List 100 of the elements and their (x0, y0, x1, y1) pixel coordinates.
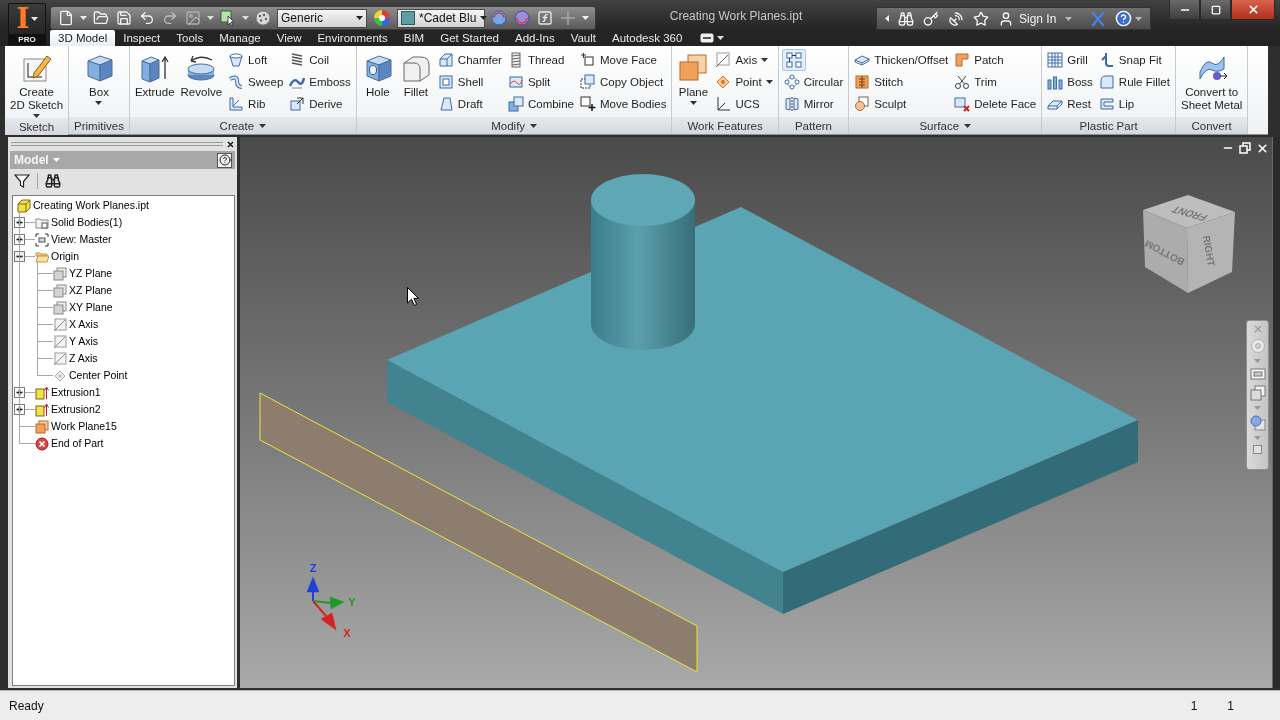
ribbon-button[interactable]: Move Face (577, 49, 669, 71)
select-button[interactable] (219, 8, 237, 28)
ribbon-tab[interactable]: Inspect (115, 30, 169, 46)
expand-icon[interactable] (14, 234, 25, 245)
ribbon-button[interactable]: Thread (505, 49, 576, 71)
ribbon-tab[interactable]: Get Started (432, 30, 507, 46)
ribbon-button[interactable]: Split (505, 71, 576, 93)
ribbon-button[interactable]: Delete Face (952, 93, 1039, 115)
tree-item[interactable]: Creating Work Planes.ipt (33, 198, 149, 213)
ribbon-button[interactable]: Extrude (132, 49, 177, 99)
caret-icon[interactable] (1065, 16, 1073, 21)
caret-icon[interactable] (582, 16, 589, 20)
ribbon-tab[interactable]: Add-Ins (507, 30, 563, 46)
material-dropdown[interactable]: Generic (277, 8, 367, 28)
restore-button[interactable] (1239, 142, 1251, 155)
collapse-icon[interactable] (14, 251, 25, 262)
tree-item[interactable]: Y Axis (69, 334, 98, 349)
filter-button[interactable] (14, 173, 30, 189)
color-wheel-button[interactable] (372, 8, 392, 28)
rectangle-icon[interactable] (1249, 368, 1266, 380)
caret-icon[interactable] (242, 16, 249, 20)
tree-item[interactable]: View: Master (51, 232, 112, 247)
ribbon-button[interactable]: Draft (435, 93, 504, 115)
ribbon-button[interactable]: Copy Object (577, 71, 669, 93)
ribbon-button[interactable]: Create 2D Sketch (8, 49, 66, 118)
ribbon-button[interactable]: Patch (952, 49, 1039, 71)
ribbon-tab[interactable]: Autodesk 360 (604, 30, 691, 46)
find-button[interactable] (45, 173, 61, 189)
maximize-button[interactable] (1200, 0, 1231, 20)
help-button[interactable] (217, 152, 232, 168)
ribbon-button[interactable]: Trim (952, 71, 1039, 93)
tree-item[interactable]: X Axis (69, 317, 99, 332)
ribbon-tab[interactable]: Manage (211, 30, 269, 46)
subscription-button[interactable] (923, 10, 939, 27)
ribbon-button[interactable]: Fillet (397, 49, 434, 99)
close-button[interactable] (227, 140, 234, 148)
close-button[interactable] (1256, 142, 1269, 155)
sign-in-button[interactable]: Sign In (998, 10, 1057, 27)
tree-item[interactable]: End of Part (51, 436, 104, 451)
circle-square-icon[interactable] (1249, 415, 1266, 431)
tree-item[interactable]: XY Plane (69, 300, 113, 315)
ribbon-button[interactable]: Derive (287, 93, 353, 115)
ribbon-button[interactable]: Mirror (781, 93, 846, 115)
ribbon-button[interactable]: Boss (1045, 71, 1095, 93)
ribbon-button[interactable]: Move Bodies (577, 93, 669, 115)
small-square-icon[interactable] (1253, 445, 1262, 454)
ribbon-button[interactable]: Coil (287, 49, 353, 71)
search-button[interactable] (898, 10, 914, 27)
minimize-button[interactable] (1169, 0, 1200, 20)
options-button[interactable] (254, 8, 272, 28)
expand-icon[interactable] (14, 404, 25, 415)
tree-item[interactable]: Extrusion1 (51, 385, 101, 400)
measure-button[interactable] (559, 8, 577, 28)
tree-item[interactable]: Extrusion2 (51, 402, 101, 417)
ribbon-button[interactable]: Rest (1045, 93, 1095, 115)
ribbon-tab[interactable]: Environments (309, 30, 396, 46)
ribbon-button[interactable]: Box (81, 49, 117, 105)
ribbon-button[interactable]: Rule Fillet (1096, 71, 1172, 93)
ribbon-button[interactable]: Sculpt (852, 93, 951, 115)
ribbon-tab[interactable]: 3D Model (50, 30, 116, 46)
ribbon-tab[interactable]: BIM (395, 30, 433, 46)
ribbon-button[interactable]: Hole (359, 49, 396, 99)
caret-icon[interactable] (80, 16, 87, 20)
ribbon-button[interactable]: Axis (713, 49, 775, 71)
tree-item[interactable]: Origin (51, 249, 79, 264)
caret-icon[interactable] (207, 16, 214, 20)
tree-item[interactable]: XZ Plane (69, 283, 113, 298)
help-button[interactable] (1115, 10, 1143, 27)
ribbon-button[interactable]: Emboss (287, 71, 353, 93)
ribbon-button[interactable]: Lip (1096, 93, 1172, 115)
ribbon-button[interactable]: Stitch (852, 71, 951, 93)
communication-button[interactable] (948, 10, 964, 27)
parameters-button[interactable] (536, 8, 554, 28)
ribbon-tab[interactable]: Tools (168, 30, 212, 46)
ribbon-button[interactable]: Grill (1045, 49, 1095, 71)
ribbon-button[interactable]: Chamfer (435, 49, 504, 71)
tree-item[interactable]: YZ Plane (69, 266, 113, 281)
ribbon-button[interactable]: Point (713, 71, 775, 93)
application-menu-button[interactable]: I PRO (8, 3, 46, 45)
ribbon-button[interactable]: Convert to Sheet Metal (1178, 49, 1245, 112)
ribbon-icon-button[interactable] (781, 49, 806, 71)
ribbon-button[interactable]: Revolve (178, 49, 225, 99)
stacked-squares-icon[interactable] (1249, 385, 1266, 401)
new-button[interactable] (57, 8, 75, 28)
ribbon-button[interactable]: Shell (435, 71, 504, 93)
tree-item[interactable]: Center Point (69, 368, 128, 383)
ribbon-button[interactable]: UCS (713, 93, 775, 115)
ribbon-button[interactable]: Combine (505, 93, 576, 115)
ribbon-button[interactable]: Thicken/Offset (852, 49, 951, 71)
ribbon-tab[interactable]: Vault (562, 30, 604, 46)
expand-icon[interactable] (14, 217, 25, 228)
appearance-dropdown[interactable]: *Cadet Blu (397, 8, 485, 28)
tree-item[interactable]: Z Axis (69, 351, 98, 366)
caret-left-icon[interactable] (885, 15, 889, 22)
ribbon-button[interactable]: Plane (675, 49, 712, 105)
picture-button[interactable] (184, 8, 202, 28)
expand-icon[interactable] (14, 387, 25, 398)
ribbon-button[interactable]: Circular (781, 71, 846, 93)
tree-item[interactable]: Solid Bodies(1) (51, 215, 123, 230)
ribbon-button[interactable]: Loft (226, 49, 286, 71)
